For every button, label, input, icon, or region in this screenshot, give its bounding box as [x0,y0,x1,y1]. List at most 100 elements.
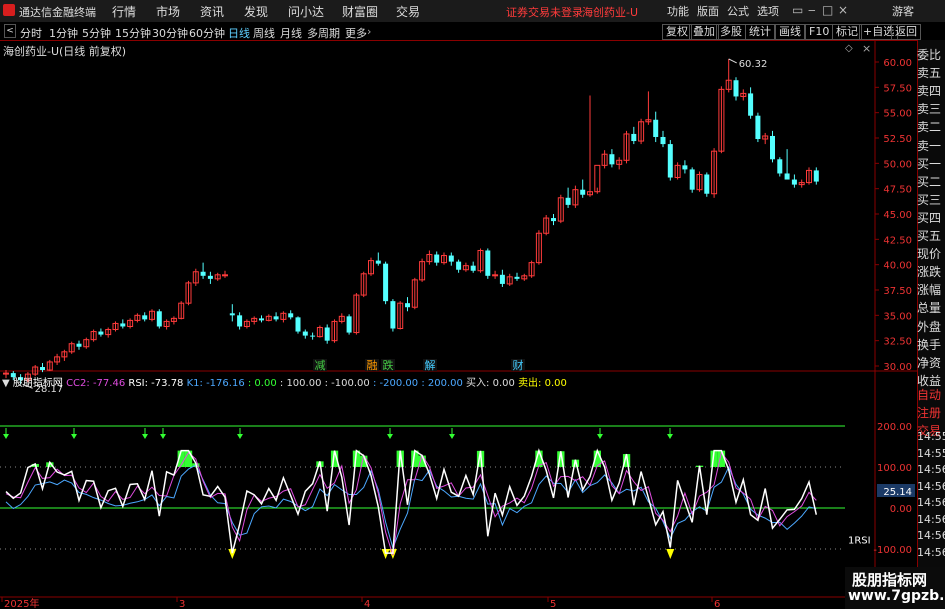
price-tick-label: 47.50 [883,185,912,196]
tf-weekly[interactable]: 周线 [253,25,275,41]
menu-item-discover[interactable]: 发现 [244,3,268,20]
candle-body [237,315,243,327]
stock-title: 海创药业-U [582,6,639,19]
quote-panel-label: 卖五 [917,66,942,81]
candle-body [682,165,688,170]
candle-body [631,133,637,142]
time-axis-label: 5 [550,599,556,609]
candle-body [551,218,556,222]
btn-multistock[interactable]: 多股 [716,24,746,40]
time-axis-label: 2025年 [4,597,39,609]
chart-canvas[interactable]: 60.0057.5055.0052.5050.0047.5045.0042.50… [0,40,917,609]
indicator-l100: : 100.00 [279,378,322,389]
btn-draw[interactable]: 画线 [775,24,805,40]
menu-item-trade[interactable]: 交易 [396,3,420,20]
menu-item-ask[interactable]: 问小达 [288,3,324,20]
quote-panel-label: 卖三 [917,102,942,117]
indicator-k1: K1: -176.16 [186,378,245,389]
menu-item-fortune[interactable]: 财富圈 [342,3,378,20]
rsi-line [5,448,818,554]
menu-options[interactable]: 选项 [757,3,779,19]
signal-arrow-head [3,434,9,439]
price-tick-label: 50.00 [883,159,912,170]
menu-item-market[interactable]: 市场 [156,3,180,20]
candle-body [259,318,264,321]
tf-daily[interactable]: 日线 [228,25,250,41]
time-tick-label: 14:55 [917,430,945,443]
candle-body [580,189,586,195]
time-axis-label: 6 [714,599,720,609]
account-icon[interactable]: ▭ [792,3,803,17]
candle-body [784,173,790,180]
signal-arrow-head [71,434,77,439]
candle-body [229,313,235,316]
quote-panel-label: 卖四 [917,84,942,99]
app-title: 通达信金融终端 [19,6,96,19]
time-tick-label: 14:56 [917,545,945,559]
btn-mark[interactable]: 标记 [832,24,862,40]
collapse-icon[interactable]: < [4,24,16,38]
menu-function[interactable]: 功能 [667,3,689,19]
candle-body [653,119,659,137]
candle-body [704,174,710,194]
tf-5min[interactable]: 5分钟 [82,25,111,41]
maximize-icon[interactable]: □ [822,3,833,17]
candle-body [200,271,206,276]
candle-body [288,313,294,318]
btn-overlay[interactable]: 叠加 [689,24,719,40]
menu-item-quotes[interactable]: 行情 [112,3,136,20]
indicator-name[interactable]: 股朋指标网 [13,378,63,389]
candle-body [748,93,754,116]
indicator-tick-label: 100.00 [877,463,912,474]
quote-panel-action[interactable]: 注册 [917,404,945,421]
tf-60min[interactable]: 60分钟 [189,25,225,41]
watermark-url: www.7gpzb.com [848,588,945,604]
candle-body [777,159,783,174]
tf-intraday[interactable]: 分时 [20,25,42,41]
indicator-buy: 买入: 0.00 [466,378,515,389]
candle-body [156,311,162,327]
quote-panel-label: 卖二 [917,120,942,135]
btn-stats[interactable]: 统计 [745,24,775,40]
time-tick-label: 14:55 [917,446,945,460]
minimize-icon[interactable]: ‒ [808,3,816,17]
tf-multi[interactable]: 多周期 [307,25,340,41]
candle-body [791,179,797,185]
signal-arrow-head [449,434,455,439]
menu-item-news[interactable]: 资讯 [200,3,224,20]
more-chevron-icon[interactable]: › [367,25,371,38]
title-bar: 通达信金融终端 行情 市场 资讯 发现 问小达 财富圈 交易 证券交易未登录 海… [0,0,945,23]
tf-more[interactable]: 更多 [345,25,367,41]
time-tick-label: 25.14 [883,487,912,498]
quote-panel-action[interactable]: 自动 [917,386,945,403]
quote-panel-label: 净资 [917,355,942,370]
candle-body [813,170,819,182]
tf-30min[interactable]: 30分钟 [152,25,188,41]
close-icon[interactable]: × [838,3,848,17]
candle-body [390,301,396,329]
time-tick-label: 14:56 [917,479,945,493]
btn-f10[interactable]: F10 [805,24,834,40]
event-marker: 解 [425,358,436,372]
guest-label[interactable]: 游客 [892,3,914,19]
event-marker: 融 [367,359,378,372]
tf-1min[interactable]: 1分钟 [49,25,78,41]
quote-panel-label: 外盘 [917,319,942,334]
candle-body [383,263,389,302]
app-logo-icon [3,4,15,16]
tf-monthly[interactable]: 月线 [280,25,302,41]
quote-panel-label: 买四 [917,210,942,225]
quote-panel-label: 换手 [917,337,942,352]
candle-body [609,154,615,165]
indicator-collapse-icon[interactable]: ▼ [2,378,10,389]
watermark-title: 股朋指标网 [852,571,928,589]
menu-layout[interactable]: 版面 [697,3,719,19]
indicator-lm100: : -100.00 [324,378,370,389]
quote-panel-label: 卖一 [917,138,942,153]
tf-15min[interactable]: 15分钟 [115,25,151,41]
candle-body [295,317,301,332]
btn-back[interactable]: 返回 [891,24,921,40]
menu-formula[interactable]: 公式 [727,3,749,19]
btn-adjust[interactable]: 复权 [662,24,692,40]
login-warning[interactable]: 证券交易未登录 [506,4,583,20]
